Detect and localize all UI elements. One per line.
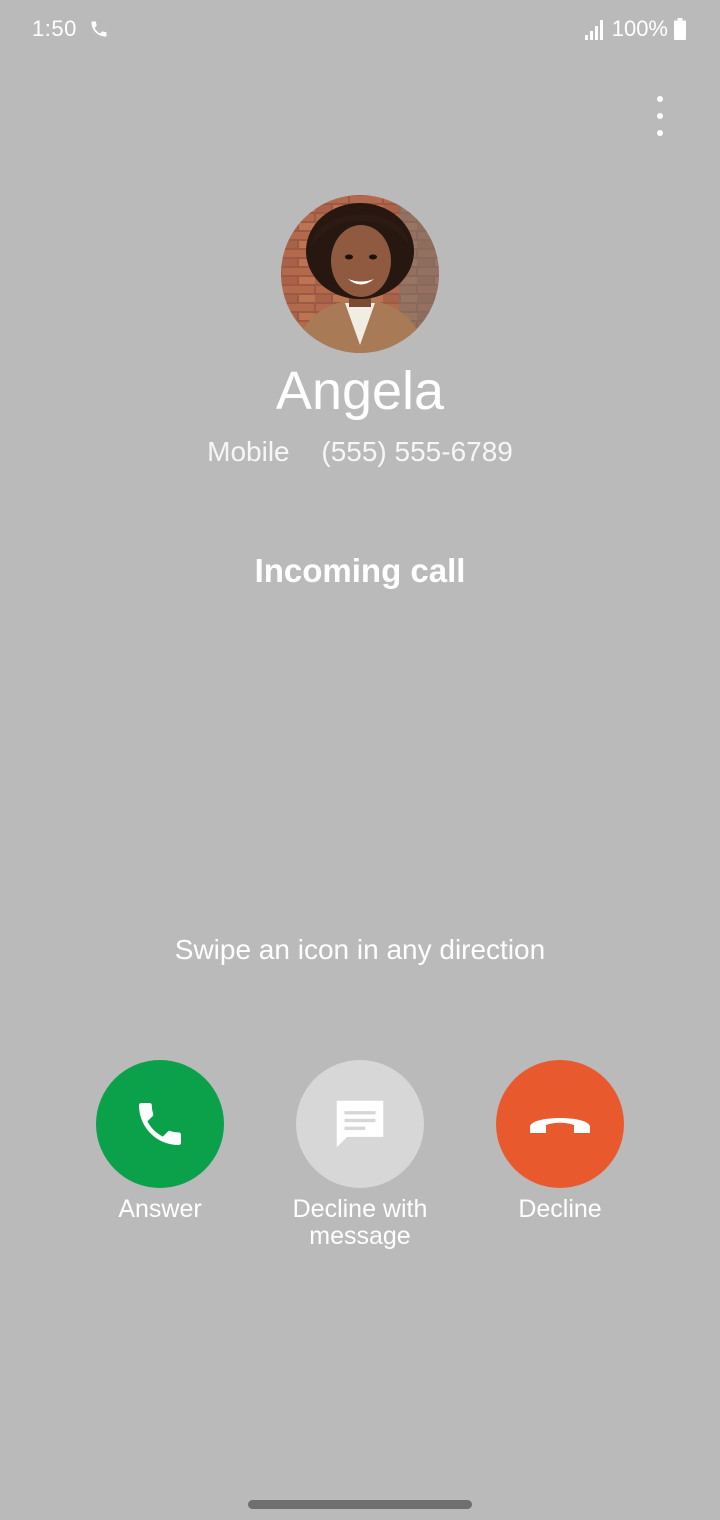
decline-with-message-action: Decline with message	[260, 1060, 460, 1250]
status-bar: 1:50 100%	[0, 0, 720, 60]
caller-photo	[281, 195, 439, 353]
battery-percent: 100%	[611, 16, 668, 41]
answer-label: Answer	[118, 1195, 202, 1223]
answer-button[interactable]	[96, 1060, 224, 1188]
decline-label: Decline	[518, 1195, 602, 1223]
message-icon	[336, 1100, 384, 1148]
more-dot	[657, 96, 663, 102]
decline-with-message-label: Decline with message	[260, 1196, 460, 1250]
decline-button[interactable]	[496, 1060, 624, 1188]
answer-action: Answer	[60, 1060, 260, 1223]
status-time: 1:50	[32, 16, 77, 41]
hang-up-icon	[530, 1118, 590, 1133]
navigation-handle[interactable]	[248, 1500, 472, 1509]
swipe-hint: Swipe an icon in any direction	[174, 934, 546, 965]
more-dot	[657, 130, 663, 136]
more-options-button[interactable]	[648, 96, 672, 136]
decline-action: Decline	[460, 1060, 660, 1223]
caller-name: Angela	[275, 361, 445, 421]
caller-avatar	[281, 195, 439, 353]
ongoing-call-icon	[91, 21, 107, 37]
more-dot	[657, 113, 663, 119]
signal-icon	[584, 20, 603, 40]
call-status: Incoming call	[254, 552, 466, 589]
phone-icon	[139, 1103, 181, 1145]
battery-icon	[674, 18, 686, 40]
caller-number: (555) 555-6789	[321, 436, 513, 467]
decline-with-message-label-line2: message	[309, 1222, 411, 1250]
decline-with-message-label-line1: Decline with	[292, 1195, 428, 1223]
status-indicators: 100%	[584, 16, 686, 42]
decline-with-message-button[interactable]	[296, 1060, 424, 1188]
caller-number-type: Mobile	[207, 436, 290, 467]
caller-number-row: Mobile (555) 555-6789	[0, 436, 720, 468]
